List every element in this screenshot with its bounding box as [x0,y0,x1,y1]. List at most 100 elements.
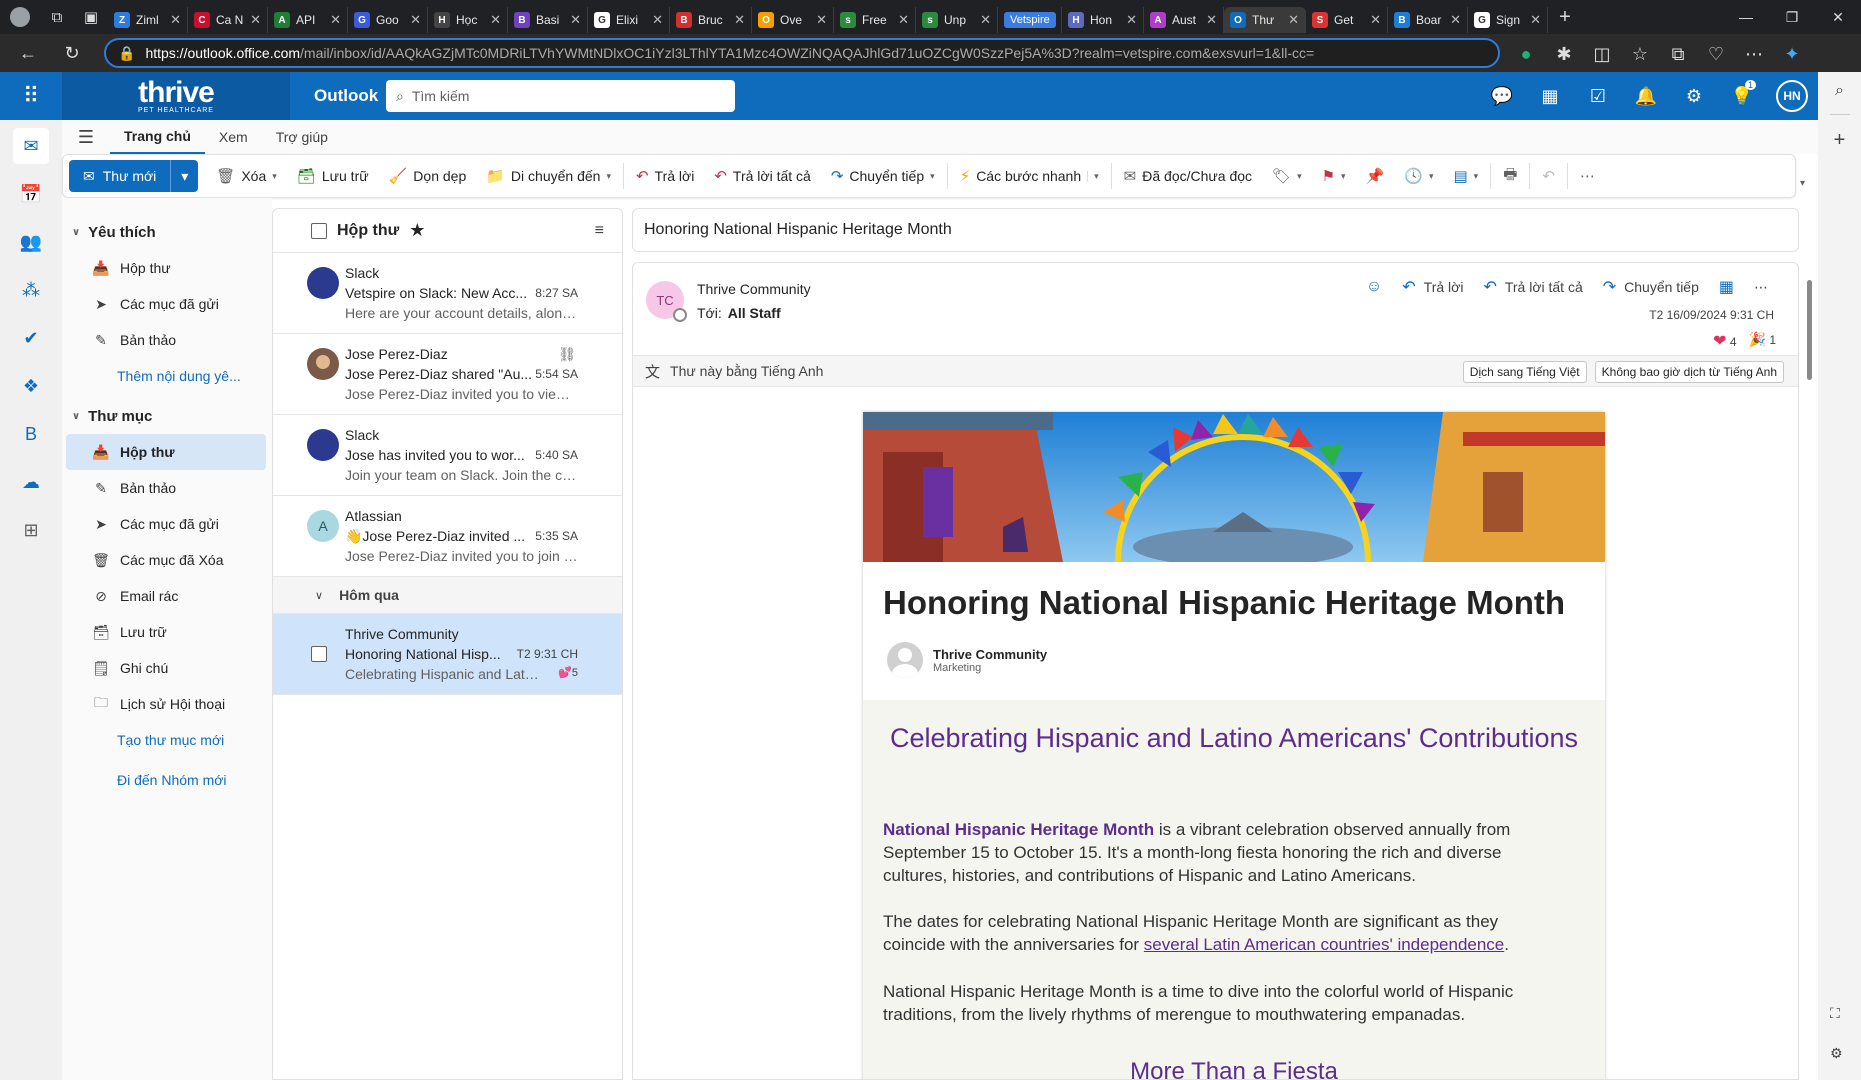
folder-archive[interactable]: 🗃 Lưu trữ [62,614,272,650]
browser-tab[interactable]: Vetspire✕ [998,7,1062,33]
browser-tab[interactable]: G Elixi ✕ [588,7,670,33]
heart-reaction[interactable]: ❤ 4 [1713,331,1736,351]
close-tab-icon[interactable]: ✕ [490,12,501,28]
react-button[interactable]: ☺ [1356,278,1392,296]
folder-junk[interactable]: ⊘ Email rác [62,578,272,614]
archive-button[interactable]: 🗃 Lưu trữ [287,160,379,192]
browser-tab[interactable]: H Học ✕ [428,7,508,33]
lightbulb-icon[interactable]: 💡 1 [1718,72,1766,120]
new-group-link[interactable]: Đi đến Nhóm mới [62,762,272,798]
close-tab-icon[interactable]: ✕ [1450,12,1461,28]
search-sidebar-icon[interactable]: ⌕ [1835,82,1844,100]
fav-drafts[interactable]: ✎ Bản thảo [62,322,272,358]
close-window-button[interactable]: ✕ [1815,9,1861,26]
folders-section[interactable]: ∨ Thư mục [62,398,272,434]
folder-deleted[interactable]: 🗑 Các mục đã Xóa [62,542,272,578]
copilot-icon[interactable]: ✦ [1776,38,1808,70]
avatar[interactable]: HN [1776,80,1808,112]
party-reaction[interactable]: 🎉 1 [1749,331,1776,351]
list-item[interactable]: Slack Vetspire on Slack: New Acc... 8:27… [273,253,622,334]
more-icon[interactable]: ⋯ [1738,38,1770,70]
tag-button[interactable]: 🏷 ▾ [1262,160,1312,192]
never-translate-button[interactable]: Không bao giờ dịch từ Tiếng Anh [1594,361,1784,383]
teams-chat-icon[interactable]: 💬 [1478,72,1526,120]
split-screen-icon[interactable]: ◫ [1586,38,1618,70]
row-checkbox[interactable] [311,646,327,662]
close-tab-icon[interactable]: ✕ [816,12,827,28]
browser-tab[interactable]: G Sign ✕ [1468,7,1548,33]
list-item[interactable]: A Atlassian 👋Jose Perez-Diaz invited ...… [273,496,622,577]
search-box[interactable]: ⌕ Tìm kiếm [386,80,735,112]
rules-button[interactable]: ▤ ▾ [1443,160,1488,192]
folder-sent[interactable]: ➤ Các mục đã gửi [62,506,272,542]
more-options-button[interactable]: ⋯ [1570,160,1605,192]
avatar[interactable]: TC [646,281,687,322]
tab-view[interactable]: Xem [205,120,262,154]
profile-icon[interactable] [0,0,40,34]
hamburger-icon[interactable]: ☰ [62,127,110,148]
browser-tab[interactable]: s Unp ✕ [916,7,998,33]
more-apps-icon[interactable]: ⊞ [13,512,49,548]
list-item[interactable]: Slack Jose has invited you to wor... 5:4… [273,415,622,496]
browser-tab[interactable]: S Get ✕ [1306,7,1388,33]
heart-extension-icon[interactable]: ♡ [1700,38,1732,70]
bell-icon[interactable]: 🔔 [1622,72,1670,120]
grammarly-icon[interactable]: ● [1510,38,1542,70]
new-tab-button[interactable]: + [1548,6,1582,29]
quick-steps-button[interactable]: ⚡ Các bước nhanh ▾ [950,160,1109,192]
reply-button[interactable]: ↶ Trả lời [626,160,704,192]
independence-link[interactable]: several Latin American countries' indepe… [1144,935,1504,954]
avatar[interactable] [887,642,923,678]
snooze-button[interactable]: 🕓 ▾ [1394,160,1443,192]
browser-tab[interactable]: O Thư ✕ [1224,7,1306,33]
folder-drafts[interactable]: ✎ Bản thảo [62,470,272,506]
new-mail-dropdown[interactable]: ▾ [170,160,198,192]
favorites-icon[interactable]: ☆ [1624,38,1656,70]
browser-tab[interactable]: H Hon ✕ [1062,7,1144,33]
browser-tab[interactable]: C Ca N ✕ [188,7,268,33]
refresh-button[interactable]: ↻ [56,37,88,69]
close-tab-icon[interactable]: ✕ [898,12,909,28]
list-item[interactable]: Jose Perez-Diaz ⛓ Jose Perez-Diaz shared… [273,334,622,415]
workspaces-icon[interactable]: ⧉ [40,9,74,26]
close-tab-icon[interactable]: ✕ [570,12,581,28]
browser-tab[interactable]: B Bruc ✕ [670,7,752,33]
new-mail-button[interactable]: ✉ Thư mới ▾ [69,160,199,192]
close-tab-icon[interactable]: ✕ [1206,12,1217,28]
app-launcher-icon[interactable]: ⠿ [0,72,62,120]
close-tab-icon[interactable]: ✕ [170,12,181,28]
select-all-checkbox[interactable] [311,222,327,239]
reply-all-button[interactable]: ↶ Trả lời tất cả [704,160,820,192]
reply-button[interactable]: ↶ Trả lời [1392,277,1473,297]
back-button[interactable]: ← [12,37,44,69]
close-tab-icon[interactable]: ✕ [652,12,663,28]
close-tab-icon[interactable]: ✕ [330,12,341,28]
close-tab-icon[interactable]: ✕ [734,12,745,28]
pin-button[interactable]: 📌 [1356,160,1395,192]
browser-tab[interactable]: s Free ✕ [834,7,916,33]
collections-icon[interactable]: ⧉ [1662,38,1694,70]
close-tab-icon[interactable]: ✕ [1530,12,1541,28]
filter-icon[interactable]: ≡ [595,222,604,240]
reply-all-button[interactable]: ↶ Trả lời tất cả [1473,277,1592,297]
star-icon[interactable]: ★ [409,220,425,241]
close-tab-icon[interactable]: ✕ [250,12,261,28]
tab-help[interactable]: Trợ giúp [262,120,342,154]
group-header[interactable]: ∨ Hôm qua [273,577,622,614]
reading-scrollbar[interactable] [1804,120,1818,1080]
favorites-section[interactable]: ∨ Yêu thích [62,214,272,250]
mail-icon[interactable]: ✉ [13,128,49,164]
maximize-button[interactable]: ❐ [1769,9,1815,26]
new-folder-link[interactable]: Tạo thư mục mới [62,722,272,758]
browser-tab[interactable]: Z Ziml ✕ [108,7,188,33]
people-icon[interactable]: 👥 [13,224,49,260]
url-field[interactable]: 🔒 https://outlook.office.com/mail/inbox/… [104,38,1500,68]
microsoft365-icon[interactable]: ❖ [13,368,49,404]
extensions-icon[interactable]: ✱ [1548,38,1580,70]
folder-inbox[interactable]: 📥 Hộp thư [66,434,266,470]
sidebar-settings-icon[interactable]: ⚙ [1830,1045,1843,1062]
flag-button[interactable]: ⚑ ▾ [1312,160,1356,192]
minimize-button[interactable]: — [1723,9,1769,26]
todo-check-icon[interactable]: ✔ [13,320,49,356]
apps-button[interactable]: ▦ [1709,277,1744,297]
